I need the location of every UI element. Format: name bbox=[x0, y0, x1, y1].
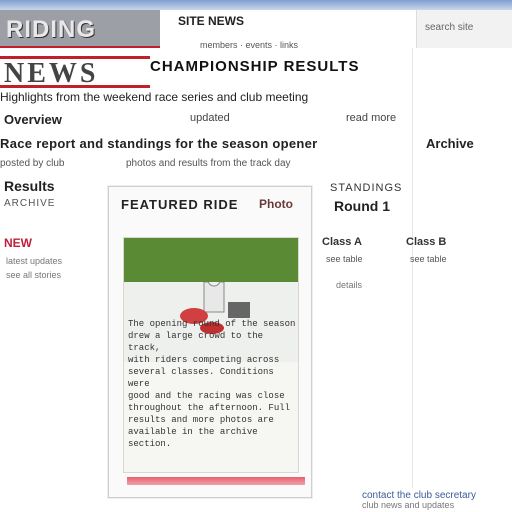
standings-round[interactable]: Round 1 bbox=[334, 198, 390, 214]
article-headline[interactable]: Race report and standings for the season… bbox=[0, 136, 400, 151]
card-text: The opening round of the season drew a l… bbox=[128, 318, 296, 450]
class-b-link[interactable]: Class B bbox=[406, 236, 446, 248]
class-b-sub: see table bbox=[410, 254, 447, 264]
search-label: search site bbox=[425, 22, 474, 33]
byline: posted by club bbox=[0, 158, 65, 169]
class-a-sub: see table bbox=[326, 254, 363, 264]
search-box[interactable]: search site bbox=[416, 10, 512, 48]
featured-card[interactable]: FEATURED RIDE Photo The opening round of… bbox=[108, 186, 312, 498]
footer-text: club news and updates bbox=[362, 500, 455, 510]
section-label: Overview bbox=[4, 112, 62, 127]
card-text-line: with riders competing across bbox=[128, 355, 280, 365]
card-photo-label: Photo bbox=[259, 197, 293, 211]
sidebar-heading[interactable]: Results bbox=[4, 178, 55, 194]
archive-link[interactable]: Archive bbox=[426, 136, 474, 151]
photo-grass bbox=[124, 238, 298, 282]
class-a-link[interactable]: Class A bbox=[322, 236, 362, 248]
header-subtext: members · events · links bbox=[200, 40, 299, 50]
page-subtitle: Highlights from the weekend race series … bbox=[0, 90, 309, 104]
card-text-line: The opening round of the season bbox=[128, 319, 296, 329]
accent-stripe bbox=[0, 85, 150, 88]
column-divider bbox=[412, 48, 413, 488]
article-summary: photos and results from the track day bbox=[126, 158, 291, 169]
sidebar-subheading: ARCHIVE bbox=[4, 198, 56, 209]
top-bar bbox=[0, 0, 512, 10]
card-text-line: good and the racing was close bbox=[128, 391, 285, 401]
site-logo-banner[interactable]: RIDING bbox=[0, 10, 160, 48]
standings-heading: STANDINGS bbox=[330, 182, 403, 194]
card-text-line: available in the archive section. bbox=[128, 427, 258, 449]
featured-photo[interactable]: The opening round of the season drew a l… bbox=[123, 237, 299, 473]
details-link[interactable]: details bbox=[336, 280, 362, 290]
card-text-line: results and more photos are bbox=[128, 415, 274, 425]
see-all-link[interactable]: see all stories bbox=[6, 270, 61, 280]
site-logo-text: RIDING bbox=[6, 16, 96, 43]
new-badge[interactable]: NEW bbox=[4, 236, 32, 250]
page-title: CHAMPIONSHIP RESULTS bbox=[150, 58, 360, 75]
sidebar-meta: latest updates bbox=[6, 256, 63, 266]
card-accent-bar bbox=[127, 477, 305, 485]
bike-frame bbox=[228, 302, 250, 318]
read-more-link[interactable]: read more bbox=[346, 112, 396, 124]
updated-label: updated bbox=[190, 112, 230, 124]
hero-decoration: NEWS bbox=[0, 54, 150, 90]
card-text-line: several classes. Conditions were bbox=[128, 367, 274, 389]
card-text-line: drew a large crowd to the track, bbox=[128, 331, 264, 353]
card-title: FEATURED RIDE bbox=[121, 197, 239, 212]
card-text-line: throughout the afternoon. Full bbox=[128, 403, 291, 413]
nav-link[interactable]: SITE NEWS bbox=[178, 14, 244, 28]
